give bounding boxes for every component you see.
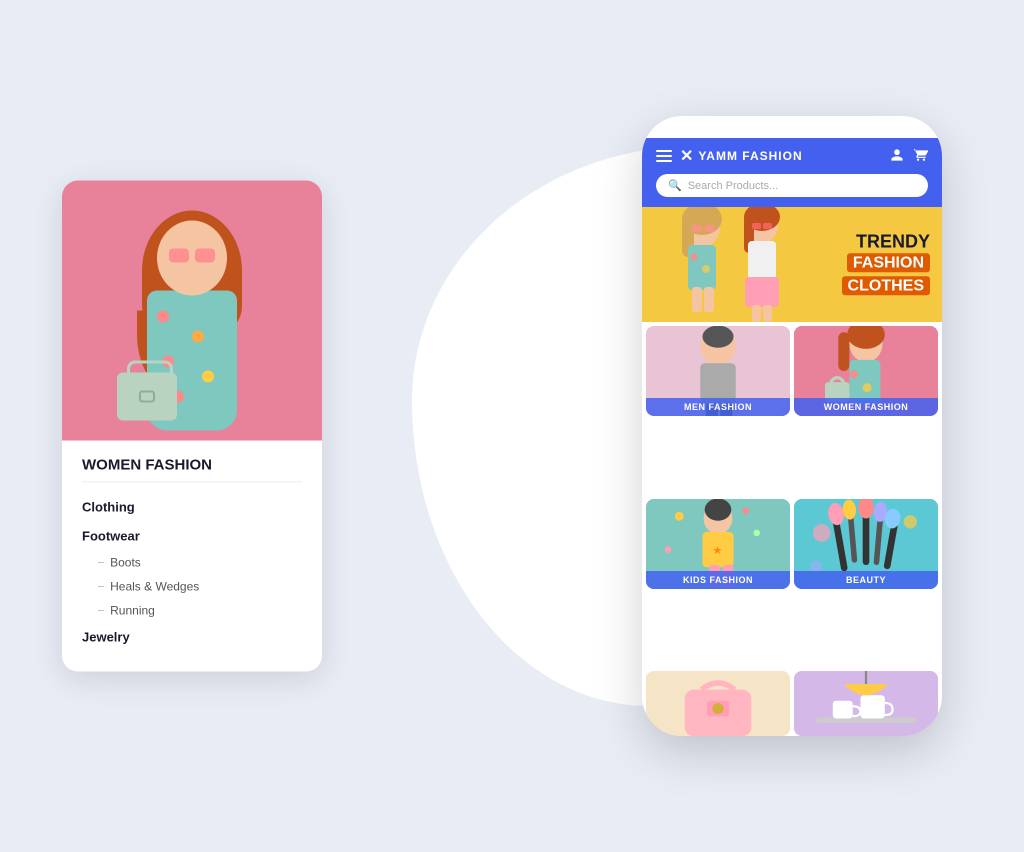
left-navigation-card: WOMEN FASHION Clothing Footwear Boots He… bbox=[62, 181, 322, 672]
banner-fashion: FASHION bbox=[847, 254, 930, 273]
search-bar-container: 🔍 Search Products... bbox=[642, 174, 942, 207]
nav-sub-boots[interactable]: Boots bbox=[82, 551, 302, 575]
men-fashion-label: MEN FASHION bbox=[646, 398, 790, 416]
sunglasses bbox=[169, 249, 215, 263]
women-fashion-label: WOMEN FASHION bbox=[794, 398, 938, 416]
phone-notch bbox=[742, 116, 842, 138]
user-icon[interactable] bbox=[890, 148, 904, 165]
banner-clothes: CLOTHES bbox=[842, 276, 930, 295]
header-icons bbox=[890, 148, 928, 165]
category-tile-bags[interactable] bbox=[646, 671, 790, 736]
woman-fashion-image bbox=[62, 181, 322, 441]
phone-screen: ✕ YAMM FASHION 🔍 Search Prod bbox=[642, 138, 942, 736]
kids-fashion-label: KIDS FASHION bbox=[646, 571, 790, 589]
handbag-clasp bbox=[139, 391, 155, 403]
partial-tiles bbox=[642, 671, 942, 736]
svg-text:★: ★ bbox=[712, 544, 722, 556]
nav-item-jewelry[interactable]: Jewelry bbox=[82, 623, 302, 652]
nav-sub-running[interactable]: Running bbox=[82, 599, 302, 623]
search-placeholder: Search Products... bbox=[688, 180, 779, 192]
header-left: ✕ YAMM FASHION bbox=[656, 146, 803, 166]
navigation-content: WOMEN FASHION Clothing Footwear Boots He… bbox=[62, 441, 322, 672]
hamburger-icon[interactable] bbox=[656, 150, 672, 162]
banner-figures-svg bbox=[642, 207, 822, 322]
category-tile-home[interactable] bbox=[794, 671, 938, 736]
category-grid: MEN FASHION bbox=[642, 322, 942, 671]
app-logo: ✕ YAMM FASHION bbox=[680, 146, 803, 166]
app-title: YAMM FASHION bbox=[698, 149, 802, 163]
handbag bbox=[117, 373, 177, 421]
category-tile-beauty[interactable]: BEAUTY bbox=[794, 499, 938, 589]
category-tile-men[interactable]: MEN FASHION bbox=[646, 326, 790, 416]
cart-icon[interactable] bbox=[914, 148, 928, 165]
section-title: WOMEN FASHION bbox=[82, 457, 302, 483]
banner-text: TRENDY FASHION CLOTHES bbox=[842, 232, 930, 297]
beauty-label: BEAUTY bbox=[794, 571, 938, 589]
promo-banner: TRENDY FASHION CLOTHES bbox=[642, 207, 942, 322]
nav-item-footwear[interactable]: Footwear bbox=[82, 522, 302, 551]
banner-trendy: TRENDY bbox=[842, 232, 930, 252]
nav-sub-heals-wedges[interactable]: Heals & Wedges bbox=[82, 575, 302, 599]
home-image bbox=[794, 671, 938, 736]
scene: WOMEN FASHION Clothing Footwear Boots He… bbox=[62, 66, 962, 786]
nav-item-clothing[interactable]: Clothing bbox=[82, 493, 302, 522]
category-tile-women[interactable]: WOMEN FASHION bbox=[794, 326, 938, 416]
woman-figure bbox=[127, 211, 257, 441]
category-tile-kids[interactable]: ★ KIDS FASHION bbox=[646, 499, 790, 589]
head bbox=[157, 221, 227, 296]
search-icon: 🔍 bbox=[668, 179, 682, 192]
phone-mockup: ✕ YAMM FASHION 🔍 Search Prod bbox=[642, 116, 942, 736]
search-input-wrap[interactable]: 🔍 Search Products... bbox=[656, 174, 928, 197]
logo-x-icon: ✕ bbox=[680, 146, 693, 166]
app-header: ✕ YAMM FASHION bbox=[642, 138, 942, 174]
bags-image bbox=[646, 671, 790, 736]
